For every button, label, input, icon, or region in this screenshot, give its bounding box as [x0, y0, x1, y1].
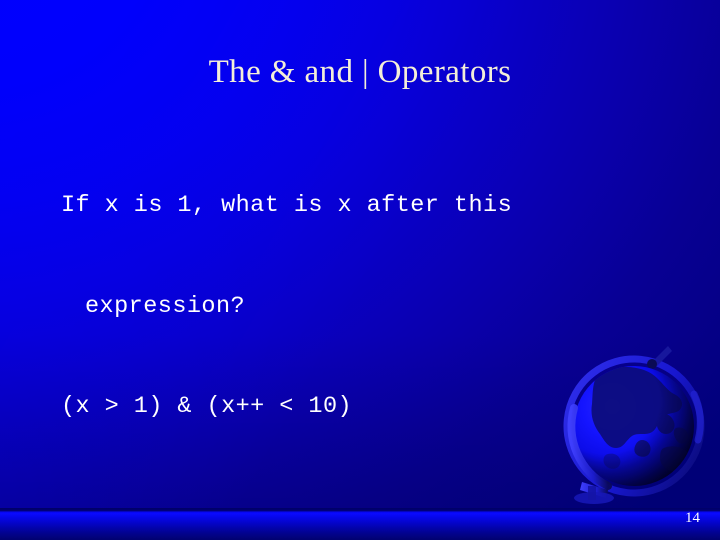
- content-block-1: If x is 1, what is x after this expressi…: [61, 122, 661, 491]
- block-1-expression: (x > 1) & (x++ < 10): [61, 393, 353, 420]
- page-number: 14: [685, 510, 700, 526]
- block-1-question-line-1: If x is 1, what is x after this: [61, 192, 513, 219]
- page-title: The & and | Operators: [208, 54, 512, 90]
- content-block-2: If x is 1, what is x after this expressi…: [61, 533, 661, 540]
- block-1-question-line-2: expression?: [85, 292, 246, 320]
- slide-body: If x is 1, what is x after this expressi…: [61, 122, 661, 540]
- block-spacer-1: [61, 491, 661, 533]
- slide-canvas: The & and | Operators If x is 1, what is…: [0, 0, 720, 540]
